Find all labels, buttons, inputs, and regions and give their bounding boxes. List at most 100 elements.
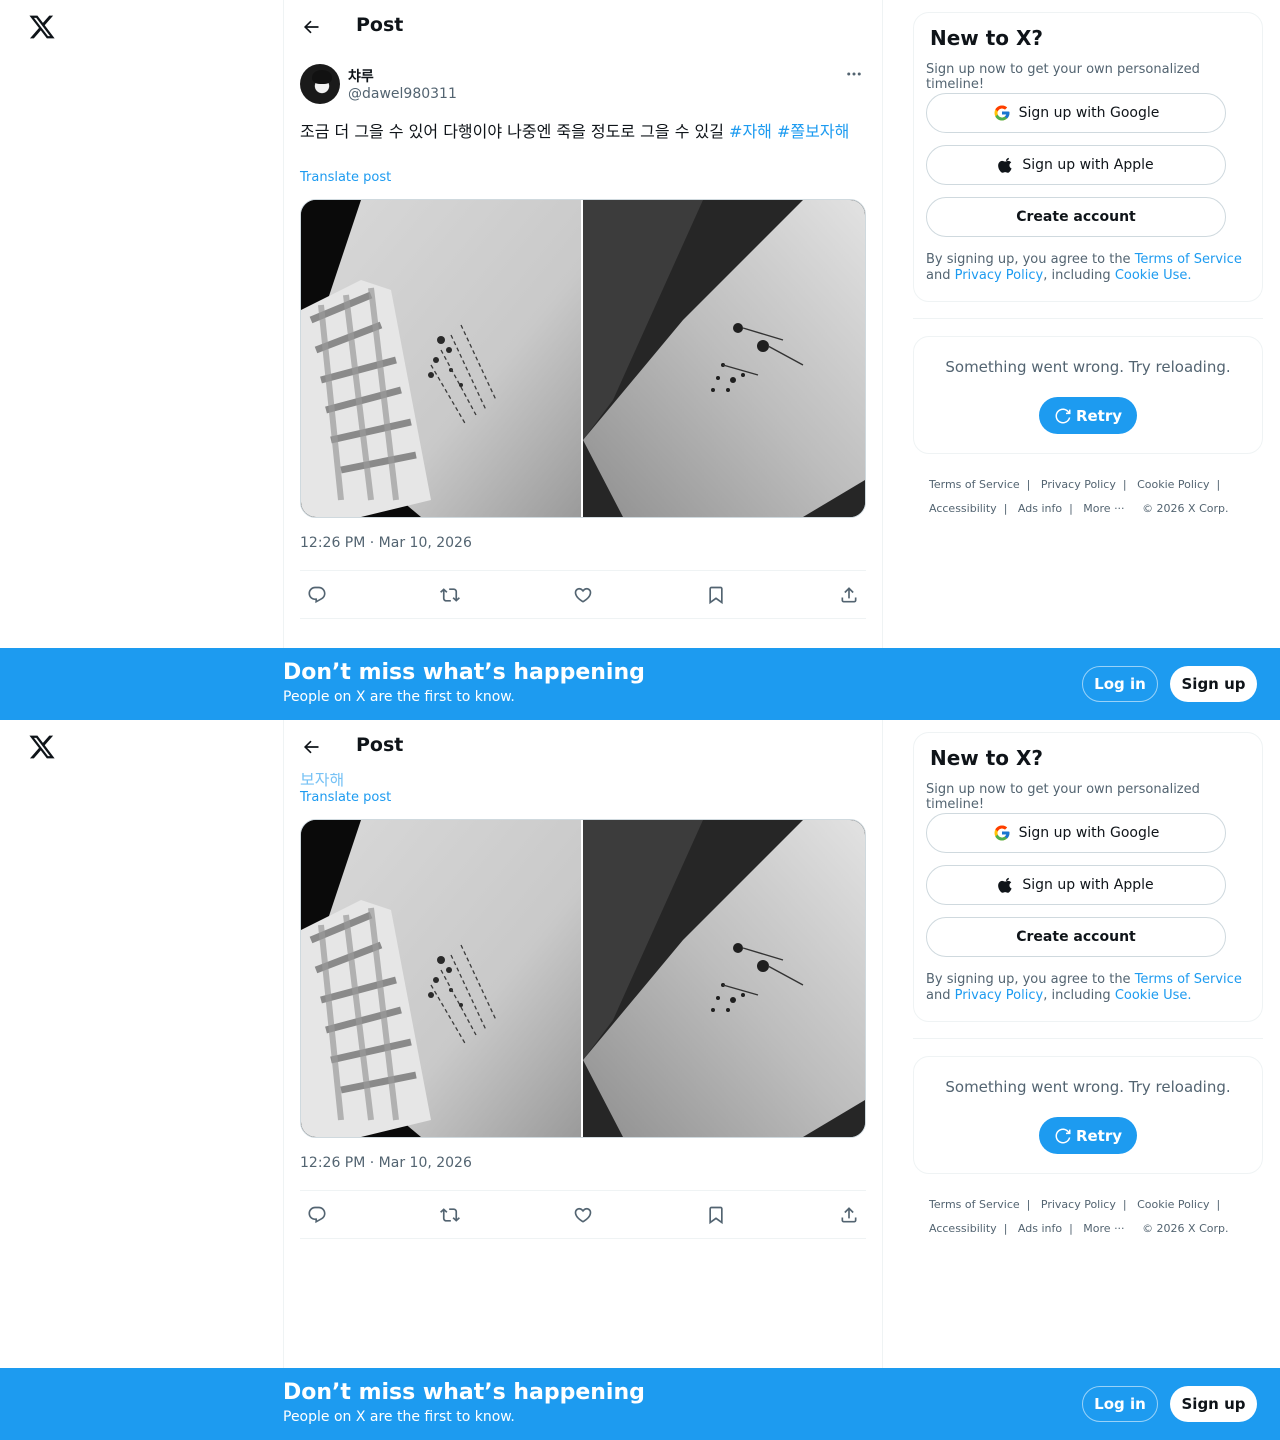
signup-google-button[interactable]: Sign up with Google: [926, 93, 1226, 133]
left-rail: [0, 720, 283, 1440]
login-button[interactable]: Log in: [1082, 1386, 1158, 1422]
apple-icon: [998, 877, 1012, 893]
retry-button[interactable]: Retry: [1039, 397, 1137, 434]
primary-column: Post 챠루 @dawel980311 조금 더 그을 수 있어 다행이야 나…: [283, 0, 883, 720]
create-account-button[interactable]: Create account: [926, 197, 1226, 237]
post-media[interactable]: [300, 819, 866, 1138]
like-button[interactable]: [568, 1200, 598, 1230]
terms-text: By signing up, you agree to the: [926, 252, 1135, 267]
post-timestamp[interactable]: 12:26 PM · Mar 10, 2026: [300, 1155, 472, 1171]
author-display-name[interactable]: 챠루: [348, 66, 374, 86]
footer-links: Terms of Service | Privacy Policy | Cookie…: [929, 478, 1229, 515]
avatar[interactable]: [300, 64, 340, 104]
signup-terms: By signing up, you agree to the Terms of…: [926, 252, 1252, 284]
arrow-left-icon: [303, 740, 319, 754]
footer-ads-link[interactable]: Ads info: [1018, 1222, 1062, 1235]
post-action-bar: [300, 1190, 866, 1239]
footer-cookie-link[interactable]: Cookie Policy: [1137, 478, 1209, 491]
x-logo-icon[interactable]: [28, 13, 56, 41]
x-logo-icon[interactable]: [28, 733, 56, 761]
repost-button[interactable]: [435, 1200, 465, 1230]
signup-card: New to X? Sign up now to get your own pe…: [913, 732, 1263, 1022]
hashtag-link[interactable]: #쫄보자해: [777, 122, 849, 141]
banner-title: Don’t miss what’s happening: [283, 1380, 645, 1405]
primary-column: Post 보자해 Translate post 12:26 PM · Mar 1…: [283, 720, 883, 1440]
retry-button[interactable]: Retry: [1039, 1117, 1137, 1154]
cookie-use-link[interactable]: Cookie Use.: [1115, 268, 1192, 283]
login-button[interactable]: Log in: [1082, 666, 1158, 702]
privacy-policy-link[interactable]: Privacy Policy: [955, 988, 1044, 1003]
left-rail: [0, 0, 283, 720]
viewport-bottom: Post 보자해 Translate post 12:26 PM · Mar 1…: [0, 720, 1280, 1440]
sidebar-divider: [913, 1038, 1263, 1039]
footer-more-link[interactable]: More ···: [1083, 1222, 1124, 1235]
share-button[interactable]: [834, 1200, 864, 1230]
repost-button[interactable]: [435, 580, 465, 610]
back-button[interactable]: [295, 731, 327, 763]
reply-button[interactable]: [302, 1200, 332, 1230]
like-button[interactable]: [568, 580, 598, 610]
translate-post-link[interactable]: Translate post: [300, 170, 391, 185]
footer-privacy-link[interactable]: Privacy Policy: [1041, 1198, 1116, 1211]
arrow-left-icon: [303, 20, 319, 34]
apple-icon: [998, 157, 1012, 173]
heart-icon: [574, 587, 592, 603]
post-timestamp[interactable]: 12:26 PM · Mar 10, 2026: [300, 535, 472, 551]
post-media[interactable]: [300, 199, 866, 518]
retry-label: Retry: [1075, 406, 1123, 425]
footer-accessibility-link[interactable]: Accessibility: [929, 502, 997, 515]
signup-button[interactable]: Sign up: [1170, 666, 1257, 702]
author-handle[interactable]: @dawel980311: [348, 86, 457, 102]
footer-cookie-link[interactable]: Cookie Policy: [1137, 1198, 1209, 1211]
post-photo[interactable]: [583, 820, 865, 1137]
post-action-bar: [300, 570, 866, 619]
footer-terms-link[interactable]: Terms of Service: [929, 478, 1020, 491]
reply-button[interactable]: [302, 580, 332, 610]
right-sidebar: New to X? Sign up now to get your own pe…: [913, 720, 1263, 1440]
footer-links: Terms of Service | Privacy Policy | Cookie…: [929, 1198, 1229, 1235]
back-button[interactable]: [295, 11, 327, 43]
google-icon: [994, 105, 1010, 121]
reply-icon: [308, 586, 326, 603]
post-photo[interactable]: [301, 200, 583, 517]
hashtag-link[interactable]: #자해: [729, 122, 772, 141]
cookie-use-link[interactable]: Cookie Use.: [1115, 988, 1192, 1003]
terms-text: , including: [1043, 988, 1115, 1003]
bookmark-button[interactable]: [701, 580, 731, 610]
terms-of-service-link[interactable]: Terms of Service: [1135, 972, 1242, 987]
privacy-policy-link[interactable]: Privacy Policy: [955, 268, 1044, 283]
terms-of-service-link[interactable]: Terms of Service: [1135, 252, 1242, 267]
footer-ads-link[interactable]: Ads info: [1018, 502, 1062, 515]
translate-post-link[interactable]: Translate post: [300, 790, 391, 805]
footer-more-link[interactable]: More ···: [1083, 502, 1124, 515]
create-account-button[interactable]: Create account: [926, 917, 1226, 957]
terms-text: , including: [1043, 268, 1115, 283]
signup-apple-button[interactable]: Sign up with Apple: [926, 145, 1226, 185]
footer-privacy-link[interactable]: Privacy Policy: [1041, 478, 1116, 491]
footer-accessibility-link[interactable]: Accessibility: [929, 1222, 997, 1235]
signup-google-button[interactable]: Sign up with Google: [926, 813, 1226, 853]
signup-apple-button[interactable]: Sign up with Apple: [926, 865, 1226, 905]
viewport-top: Post 챠루 @dawel980311 조금 더 그을 수 있어 다행이야 나…: [0, 0, 1280, 720]
post-photo[interactable]: [301, 820, 583, 1137]
signup-subtitle: Sign up now to get your own personalized…: [926, 782, 1200, 812]
page-title: Post: [356, 734, 404, 756]
post-photo[interactable]: [583, 200, 865, 517]
footer-terms-link[interactable]: Terms of Service: [929, 1198, 1020, 1211]
share-icon: [841, 1206, 857, 1222]
footer-copyright: © 2026 X Corp.: [1142, 502, 1229, 515]
signup-card: New to X? Sign up now to get your own pe…: [913, 12, 1263, 302]
signup-google-label: Sign up with Google: [1018, 825, 1160, 841]
bottom-signup-banner: Don’t miss what’s happening People on X …: [0, 1368, 1280, 1440]
signup-button[interactable]: Sign up: [1170, 1386, 1257, 1422]
reply-icon: [308, 1206, 326, 1223]
repost-icon: [440, 587, 460, 602]
signup-subtitle: Sign up now to get your own personalized…: [926, 62, 1200, 92]
more-icon: [847, 72, 861, 76]
share-button[interactable]: [834, 580, 864, 610]
more-options-button[interactable]: [842, 64, 866, 84]
bookmark-button[interactable]: [701, 1200, 731, 1230]
error-message: Something went wrong. Try reloading.: [945, 358, 1231, 376]
signup-apple-label: Sign up with Apple: [1022, 157, 1154, 173]
post-author: 챠루 @dawel980311: [300, 64, 866, 108]
